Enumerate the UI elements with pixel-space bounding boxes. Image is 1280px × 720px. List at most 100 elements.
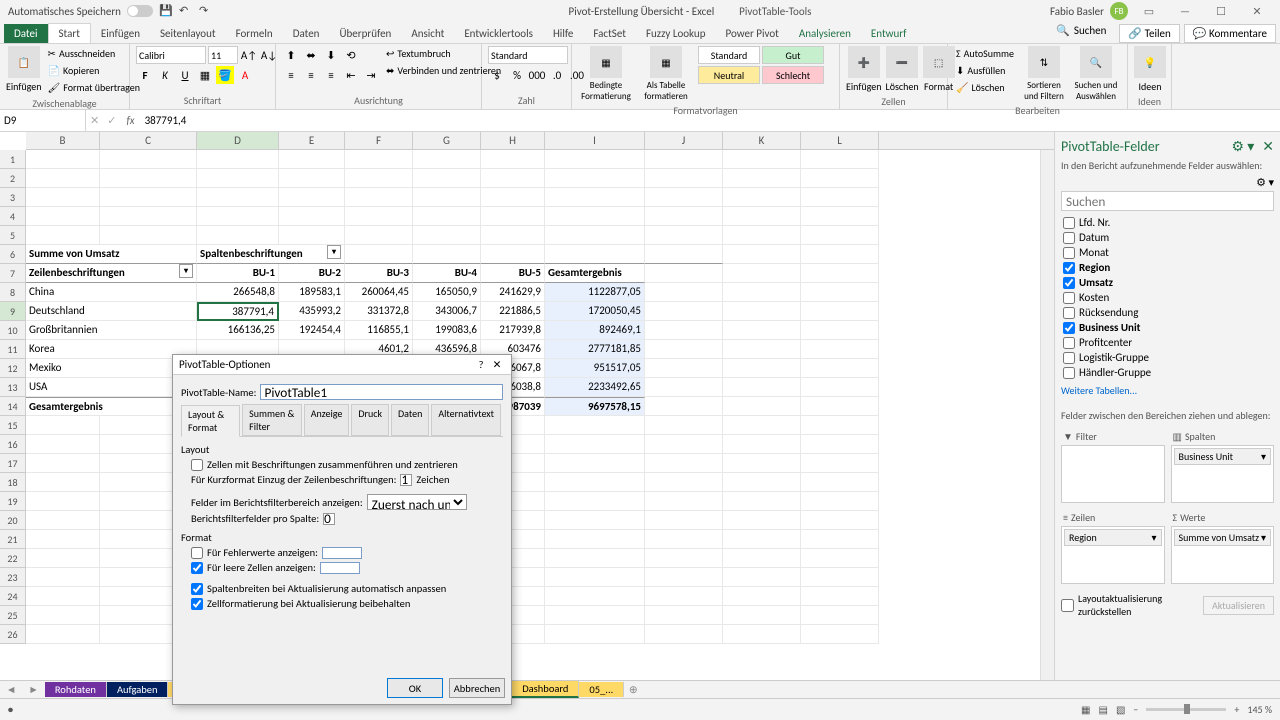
field-profitcenter[interactable]: Profitcenter — [1061, 335, 1274, 350]
area-values-body[interactable]: Summe von Umsatz▾ — [1171, 526, 1275, 584]
border-button[interactable]: ▦ — [196, 66, 214, 84]
field-checkbox[interactable] — [1063, 217, 1075, 229]
sheet-tab-aufgaben[interactable]: Aufgaben — [107, 682, 169, 697]
cell-L6[interactable] — [801, 245, 879, 264]
cell-J11[interactable] — [645, 340, 723, 359]
cell-D3[interactable] — [197, 188, 279, 207]
col-header-H[interactable]: H — [481, 132, 545, 149]
number-format-combo[interactable] — [488, 46, 568, 64]
view-break-icon[interactable]: ▧ — [1116, 703, 1125, 716]
fill-color-button[interactable]: 🪣 — [216, 66, 234, 84]
cell-B16[interactable] — [26, 435, 100, 454]
cell-K8[interactable] — [723, 283, 801, 302]
user-avatar[interactable]: FB — [1110, 2, 1128, 20]
sort-filter-icon[interactable]: ⇅ — [1028, 46, 1060, 78]
cell-L8[interactable] — [801, 283, 879, 302]
tab-nav-next-icon[interactable]: ► — [22, 683, 44, 696]
cell-G7[interactable]: BU-4 — [413, 264, 481, 283]
cell-D6[interactable]: Spaltenbeschriftungen▾ — [197, 245, 345, 264]
row-header-10[interactable]: 10 — [0, 321, 26, 340]
row-header-9[interactable]: 9 — [0, 302, 26, 321]
cell-K16[interactable] — [723, 435, 801, 454]
cell-B21[interactable] — [26, 530, 100, 549]
cell-F1[interactable] — [345, 150, 413, 169]
copy-button[interactable]: 📄 Kopieren — [46, 63, 142, 78]
cell-F5[interactable] — [345, 226, 413, 245]
paste-icon[interactable]: 📋 — [8, 46, 40, 78]
cell-H6[interactable] — [481, 245, 545, 264]
field-search-input[interactable] — [1061, 191, 1274, 211]
autofit-checkbox[interactable] — [191, 583, 203, 595]
cell-L21[interactable] — [801, 530, 879, 549]
cell-L12[interactable] — [801, 359, 879, 378]
field-umsatz[interactable]: Umsatz — [1061, 275, 1274, 290]
zoom-in-icon[interactable]: + — [1234, 703, 1239, 716]
cell-K12[interactable] — [723, 359, 801, 378]
field-checkbox[interactable] — [1063, 367, 1075, 379]
cell-D8[interactable]: 266548,8 — [197, 283, 279, 302]
dlg-tab-anzeige[interactable]: Anzeige — [304, 404, 350, 436]
cell-E1[interactable] — [279, 150, 345, 169]
cell-J1[interactable] — [645, 150, 723, 169]
field-r-cksendung[interactable]: Rücksendung — [1061, 305, 1274, 320]
row-header-20[interactable]: 20 — [0, 511, 26, 530]
clear-button[interactable]: 🧹 Löschen — [954, 80, 1016, 95]
cell-J17[interactable] — [645, 454, 723, 473]
tab-ueberpruefen[interactable]: Überprüfen — [329, 24, 401, 43]
cell-K18[interactable] — [723, 473, 801, 492]
field-checkbox[interactable] — [1063, 262, 1075, 274]
cell-I10[interactable]: 892469,1 — [545, 321, 645, 340]
cell-H3[interactable] — [481, 188, 545, 207]
cell-K15[interactable] — [723, 416, 801, 435]
filter-per-col-spinner[interactable] — [323, 513, 335, 525]
cell-B24[interactable] — [26, 587, 100, 606]
tab-einfuegen[interactable]: Einfügen — [91, 24, 150, 43]
cell-B20[interactable] — [26, 511, 100, 530]
cell-J26[interactable] — [645, 625, 723, 644]
cell-J13[interactable] — [645, 378, 723, 397]
cell-G2[interactable] — [413, 169, 481, 188]
cell-L2[interactable] — [801, 169, 879, 188]
cell-K19[interactable] — [723, 492, 801, 511]
cell-K25[interactable] — [723, 606, 801, 625]
col-header-E[interactable]: E — [279, 132, 345, 149]
row-header-11[interactable]: 11 — [0, 340, 26, 359]
increase-indent-icon[interactable]: ⇥ — [362, 66, 380, 84]
cell-F6[interactable] — [345, 245, 413, 264]
cell-J3[interactable] — [645, 188, 723, 207]
tab-start[interactable]: Start — [48, 23, 91, 43]
undo-icon[interactable]: ↶ — [179, 4, 193, 18]
field-checkbox[interactable] — [1063, 292, 1075, 304]
dialog-help-icon[interactable]: ? — [473, 358, 489, 371]
tab-daten[interactable]: Daten — [283, 24, 330, 43]
cell-J15[interactable] — [645, 416, 723, 435]
ribbon-options-icon[interactable]: ▭ — [1134, 5, 1164, 18]
cell-H8[interactable]: 241629,9 — [481, 283, 545, 302]
align-left-icon[interactable]: ≡ — [282, 66, 300, 84]
align-middle-icon[interactable]: ⬌ — [302, 46, 320, 64]
autosave-toggle[interactable] — [127, 5, 153, 17]
cell-I8[interactable]: 1122877,05 — [545, 283, 645, 302]
cell-L16[interactable] — [801, 435, 879, 454]
cell-I13[interactable]: 2233492,65 — [545, 378, 645, 397]
cell-B19[interactable] — [26, 492, 100, 511]
cell-F2[interactable] — [345, 169, 413, 188]
sheet-tab-dashboard[interactable]: Dashboard — [512, 681, 579, 698]
row-header-18[interactable]: 18 — [0, 473, 26, 492]
cell-B17[interactable] — [26, 454, 100, 473]
cell-G4[interactable] — [413, 207, 481, 226]
zoom-level[interactable]: 145 % — [1247, 703, 1272, 716]
error-value-input[interactable] — [322, 547, 362, 559]
cell-L26[interactable] — [801, 625, 879, 644]
tab-entwicklertools[interactable]: Entwicklertools — [454, 24, 543, 43]
cell-J12[interactable] — [645, 359, 723, 378]
orientation-icon[interactable]: ⟲ — [342, 46, 360, 64]
dlg-tab-layout[interactable]: Layout & Format — [181, 405, 240, 437]
cell-I15[interactable] — [545, 416, 645, 435]
cell-L5[interactable] — [801, 226, 879, 245]
cell-K5[interactable] — [723, 226, 801, 245]
cell-B23[interactable] — [26, 568, 100, 587]
field-checkbox[interactable] — [1063, 277, 1075, 289]
cell-I1[interactable] — [545, 150, 645, 169]
cell-D2[interactable] — [197, 169, 279, 188]
